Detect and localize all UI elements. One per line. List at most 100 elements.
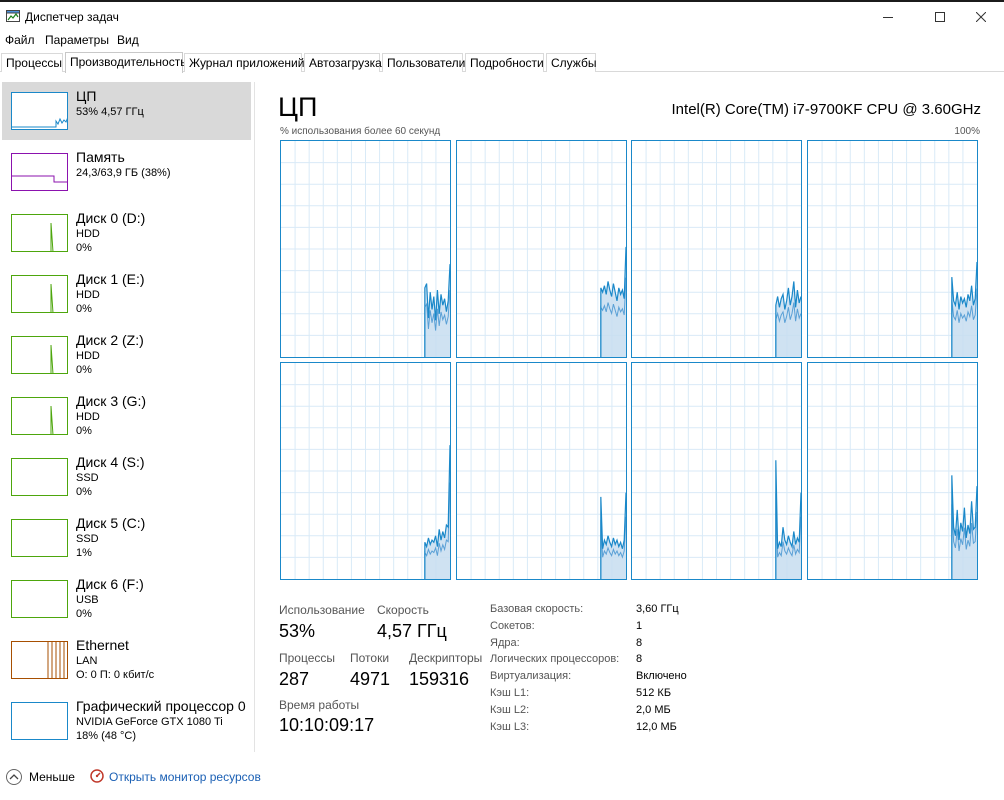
sidebar-item-name: Диск 5 (C:) (76, 515, 146, 531)
menu-bar: Файл Параметры Вид (0, 32, 1004, 50)
cpu-model-name: Intel(R) Core(TM) i7-9700KF CPU @ 3.60GH… (671, 101, 981, 118)
spec-label: Виртуализация: (490, 670, 572, 683)
sidebar-item-value: 0% (76, 303, 92, 315)
fewer-details-chevron-up-icon[interactable] (6, 769, 22, 785)
spec-label: Базовая скорость: (490, 603, 584, 615)
threads-label: Потоки (350, 651, 390, 665)
cpu-core-graphs[interactable] (280, 140, 980, 580)
sidebar-thumbnail-graph (11, 641, 68, 679)
sidebar-item-memory[interactable]: Память 24,3/63,9 ГБ (38%) (2, 143, 251, 201)
sidebar-item-value: 0% (76, 242, 92, 254)
close-button[interactable] (958, 2, 1004, 32)
sidebar-thumbnail-graph (11, 519, 68, 557)
sidebar-item-gpu-0[interactable]: Графический процессор 0 NVIDIA GeForce GT… (2, 692, 251, 750)
sidebar-item-disk-6[interactable]: Диск 6 (F:) USB 0% (2, 570, 251, 628)
sidebar-item-detail: NVIDIA GeForce GTX 1080 Ti (76, 716, 223, 728)
sidebar-thumbnail-graph (11, 92, 68, 130)
menu-options[interactable]: Параметры (45, 33, 109, 47)
sidebar-item-name: Память (76, 149, 125, 165)
spec-value: 12,0 МБ (636, 720, 677, 733)
sidebar-item-disk-0[interactable]: Диск 0 (D:) HDD 0% (2, 204, 251, 262)
graph-max-label: 100% (954, 126, 980, 137)
sidebar-item-value: 0% (76, 364, 92, 376)
handles-value: 159316 (409, 669, 470, 689)
threads-value: 4971 (350, 669, 391, 689)
sidebar-item-value: 0% (76, 425, 92, 437)
sidebar-item-name: Диск 2 (Z:) (76, 332, 144, 348)
cpu-core-graph-0 (280, 140, 451, 358)
sidebar-item-detail: SSD (76, 472, 99, 484)
spec-value: 8 (636, 653, 643, 666)
fewer-details-button[interactable]: Меньше (29, 770, 75, 784)
open-resource-monitor-link[interactable]: Открыть монитор ресурсов (109, 770, 261, 784)
sidebar-item-name: Диск 4 (S:) (76, 454, 145, 470)
cpu-core-graph-7 (806, 362, 978, 580)
spec-value: 8 (636, 636, 643, 649)
sidebar-thumbnail-graph (11, 397, 68, 435)
tab-services[interactable]: Службы (546, 53, 596, 72)
graph-caption: % использования более 60 секунд (280, 126, 441, 137)
menu-view[interactable]: Вид (117, 33, 139, 47)
menu-file[interactable]: Файл (5, 33, 35, 47)
spec-label: Кэш L3: (490, 720, 530, 733)
cpu-core-graph-3 (806, 140, 978, 358)
window-title: Диспетчер задач (25, 10, 119, 24)
sidebar-item-disk-5[interactable]: Диск 5 (C:) SSD 1% (2, 509, 251, 567)
resource-sidebar: ЦП 53% 4,57 ГГц Память 24,3/63,9 ГБ (38%) Ди… (0, 82, 252, 752)
sidebar-item-name: Диск 3 (G:) (76, 393, 147, 409)
sidebar-item-detail: HDD (76, 350, 100, 362)
sidebar-thumbnail-graph (11, 580, 68, 618)
usage-value: 53% (279, 621, 316, 641)
resource-monitor-icon[interactable] (90, 769, 104, 783)
sidebar-thumbnail-graph (11, 214, 68, 252)
speed-value: 4,57 ГГц (377, 621, 447, 641)
sidebar-item-name: Диск 6 (F:) (76, 576, 144, 592)
sidebar-thumbnail-graph (11, 275, 68, 313)
sidebar-item-detail: USB (76, 594, 99, 606)
tab-performance[interactable]: Производительность (65, 52, 186, 73)
sidebar-item-detail: HDD (76, 228, 100, 240)
tab-startup[interactable]: Автозагрузка (304, 53, 382, 72)
spec-label: Ядра: (490, 636, 520, 649)
spec-label: Логических процессоров: (490, 653, 620, 666)
sidebar-item-value: 1% (76, 547, 92, 559)
tab-details[interactable]: Подробности (465, 53, 544, 72)
spec-value: 1 (636, 619, 643, 632)
sidebar-item-ethernet[interactable]: Ethernet LAN О: 0 П: 0 кбит/с (2, 631, 251, 689)
sidebar-thumbnail-graph (11, 702, 68, 740)
usage-label: Использование (279, 603, 365, 617)
cpu-core-graph-4 (280, 362, 451, 580)
maximize-button[interactable] (917, 2, 963, 32)
sidebar-item-detail: HDD (76, 411, 100, 423)
sidebar-item-name: ЦП (76, 88, 97, 104)
sidebar-item-detail: HDD (76, 289, 100, 301)
sidebar-item-name: Графический процессор 0 (76, 698, 246, 714)
page-title: ЦП (278, 92, 318, 122)
cpu-core-graph-1 (455, 140, 627, 358)
tab-strip: Процессы Производительность Журнал прило… (0, 52, 1004, 73)
sidebar-item-value: О: 0 П: 0 кбит/с (76, 669, 155, 681)
task-manager-app-icon (6, 10, 20, 22)
close-icon (976, 12, 986, 22)
minimize-button[interactable] (865, 2, 911, 32)
sidebar-item-name: Диск 1 (E:) (76, 271, 145, 287)
processes-value: 287 (279, 669, 310, 689)
sidebar-item-value: 0% (76, 608, 92, 620)
title-bar: Диспетчер задач (0, 2, 1004, 32)
tab-processes[interactable]: Процессы (1, 53, 63, 72)
spec-value: 512 КБ (636, 687, 672, 699)
sidebar-item-disk-2[interactable]: Диск 2 (Z:) HDD 0% (2, 326, 251, 384)
sidebar-item-disk-1[interactable]: Диск 1 (E:) HDD 0% (2, 265, 251, 323)
sidebar-thumbnail-graph (11, 336, 68, 374)
sidebar-item-cpu[interactable]: ЦП 53% 4,57 ГГц (2, 82, 251, 140)
tab-users[interactable]: Пользователи (382, 53, 465, 72)
spec-value: 3,60 ГГц (636, 603, 679, 615)
spec-label: Сокетов: (490, 619, 535, 632)
sidebar-item-disk-3[interactable]: Диск 3 (G:) HDD 0% (2, 387, 251, 445)
uptime-label: Время работы (279, 698, 360, 712)
sidebar-item-disk-4[interactable]: Диск 4 (S:) SSD 0% (2, 448, 251, 506)
uptime-value: 10:10:09:17 (279, 715, 375, 735)
sidebar-item-name: Ethernet (76, 637, 129, 653)
cpu-core-graph-6 (631, 362, 802, 580)
tab-app-history[interactable]: Журнал приложений (184, 53, 304, 72)
